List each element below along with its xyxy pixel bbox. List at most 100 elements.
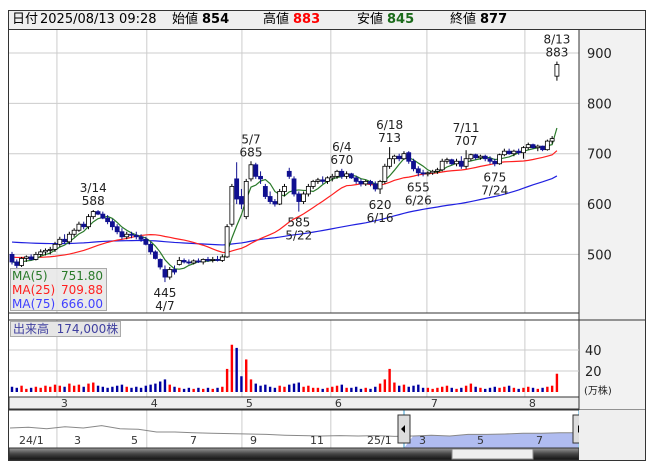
candle-body	[239, 196, 244, 205]
volume-bar	[82, 386, 85, 392]
navigator-label: 11	[310, 434, 324, 447]
volume-bar	[235, 347, 238, 392]
ma-legend: MA(5) 751.80 MA(25) 709.88 MA(75) 666.00	[10, 268, 107, 311]
volume-bar	[72, 385, 76, 392]
navigator-label: 24/1	[19, 434, 44, 447]
annotation-value: 883	[545, 46, 568, 60]
candle-body	[320, 179, 326, 182]
candle-body	[95, 211, 101, 215]
candle-body	[109, 221, 115, 228]
volume-bar	[268, 386, 272, 392]
volume-bar	[225, 368, 229, 392]
volume-tick-label: 20	[585, 365, 602, 380]
candle-body	[253, 164, 259, 177]
candle-body	[435, 169, 440, 172]
candle-body	[487, 158, 493, 162]
candle-body	[43, 249, 48, 253]
candle-body	[329, 175, 335, 179]
candle-body	[439, 160, 445, 171]
volume-bar	[197, 387, 200, 392]
volume-bar	[507, 385, 511, 392]
candle-body	[57, 238, 63, 245]
ma75-value: 666.00	[61, 297, 103, 311]
candle-body	[114, 226, 120, 233]
candle-body	[86, 216, 91, 228]
ma25-label: MA(25)	[12, 283, 56, 297]
annotation-value: 445	[154, 286, 177, 300]
candle-body	[301, 193, 306, 202]
candle-body	[267, 196, 273, 202]
scrollbar-thumb[interactable]	[451, 448, 534, 460]
candle-body	[463, 158, 469, 167]
candle-body	[372, 183, 378, 190]
candle-body	[411, 160, 416, 170]
candle-body	[501, 150, 507, 156]
volume-bar	[125, 386, 128, 392]
volume-bar	[350, 387, 353, 392]
volume-bar	[278, 385, 281, 392]
ma75-label: MA(75)	[12, 297, 56, 311]
volume-bar	[326, 387, 329, 392]
candle-body	[530, 144, 536, 149]
volume-bar	[44, 385, 47, 392]
volume-bar	[29, 387, 33, 392]
volume-bar	[288, 384, 291, 392]
candle-body	[425, 172, 431, 175]
volume-bar	[479, 387, 482, 392]
annotation-date: 3/14	[80, 181, 107, 195]
volume-bar	[369, 388, 372, 392]
volume-bar	[58, 385, 61, 392]
volume-tick-label: 40	[585, 344, 602, 359]
candle-body	[478, 155, 483, 159]
volume-bar	[321, 388, 324, 392]
volume-bar	[221, 386, 224, 392]
volume-bar	[211, 388, 214, 392]
candle-body	[454, 160, 459, 165]
candle-body	[181, 260, 187, 263]
price-tick-label: 900	[587, 47, 612, 62]
volume-bar	[149, 384, 152, 392]
ma25-value: 709.88	[61, 283, 103, 297]
volume-bar	[421, 387, 425, 392]
candle-body	[430, 170, 436, 174]
volume-bar	[412, 385, 415, 392]
volume-bar	[359, 388, 363, 392]
candle-body	[33, 253, 39, 260]
candle-body	[229, 186, 235, 225]
annotation-date: 6/26	[405, 193, 432, 207]
volume-bar	[115, 385, 119, 392]
volume-bar	[335, 385, 339, 392]
volume-bar	[111, 386, 114, 392]
candle-body	[348, 173, 354, 179]
volume-bar	[49, 386, 52, 392]
navigator-label: 3	[419, 434, 426, 447]
volume-value: 174,000株	[56, 322, 119, 336]
volume-bar	[292, 383, 296, 392]
candle-body	[262, 186, 268, 197]
candle-body	[90, 211, 96, 218]
month-label: 7	[431, 397, 438, 410]
annotation-date: 5/22	[285, 229, 312, 243]
annotation-date: 8/13	[543, 33, 570, 47]
candle-body	[473, 154, 479, 159]
volume-bar	[173, 386, 176, 392]
volume-bar	[187, 387, 191, 392]
volume-bar	[555, 373, 559, 392]
volume-bar	[20, 385, 23, 392]
volume-bar	[498, 387, 501, 392]
candle-body	[200, 259, 206, 263]
candle-body	[344, 173, 350, 177]
annotation-value: 713	[378, 131, 401, 145]
volume-bar	[77, 384, 81, 392]
candle-body	[358, 180, 364, 185]
volume-bar	[178, 387, 181, 392]
candle-body	[391, 155, 397, 160]
volume-bar	[144, 385, 148, 392]
candle-body	[377, 180, 383, 190]
volume-bar	[402, 384, 406, 392]
volume-label: 出来高 174,000株	[10, 321, 122, 337]
candle-body	[272, 201, 278, 205]
candle-body	[186, 261, 192, 264]
candle-body	[511, 150, 517, 155]
candle-body	[339, 170, 345, 177]
